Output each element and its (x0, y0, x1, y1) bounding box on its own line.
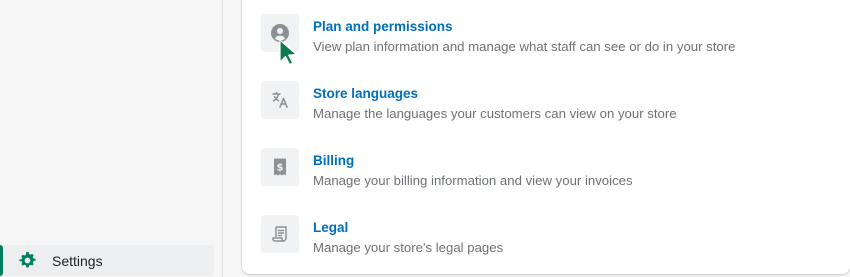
row-title-link[interactable]: Legal (313, 220, 348, 235)
settings-row-legal[interactable]: Legal Manage your store's legal pages (242, 215, 850, 275)
settings-card: Plan and permissions View plan informati… (242, 0, 850, 274)
row-description: Manage your billing information and view… (313, 173, 633, 188)
row-icon-box (261, 215, 299, 253)
mouse-cursor-icon (279, 39, 298, 65)
settings-page: Settings Plan and permissions View plan … (0, 0, 850, 277)
sidebar-item-settings[interactable]: Settings (0, 245, 214, 276)
row-icon-box (261, 81, 299, 119)
settings-row-store-languages[interactable]: Store languages Manage the languages you… (242, 81, 850, 141)
row-icon-box: $ (261, 148, 299, 186)
sidebar: Settings (0, 0, 223, 277)
gear-icon (19, 251, 36, 268)
row-description: Manage the languages your customers can … (313, 106, 677, 121)
active-indicator (0, 245, 3, 276)
row-title-link[interactable]: Plan and permissions (313, 19, 453, 34)
row-description: Manage your store's legal pages (313, 240, 504, 255)
row-title-link[interactable]: Billing (313, 153, 354, 168)
row-description: View plan information and manage what st… (313, 39, 736, 54)
translate-icon (272, 91, 288, 108)
svg-text:$: $ (277, 163, 284, 174)
sidebar-item-label: Settings (52, 253, 103, 269)
row-title-link[interactable]: Store languages (313, 86, 418, 101)
legal-document-icon (272, 226, 287, 242)
invoice-dollar-icon: $ (274, 158, 286, 176)
settings-row-plan-permissions[interactable]: Plan and permissions View plan informati… (242, 14, 850, 74)
settings-row-billing[interactable]: $ Billing Manage your billing informatio… (242, 148, 850, 208)
